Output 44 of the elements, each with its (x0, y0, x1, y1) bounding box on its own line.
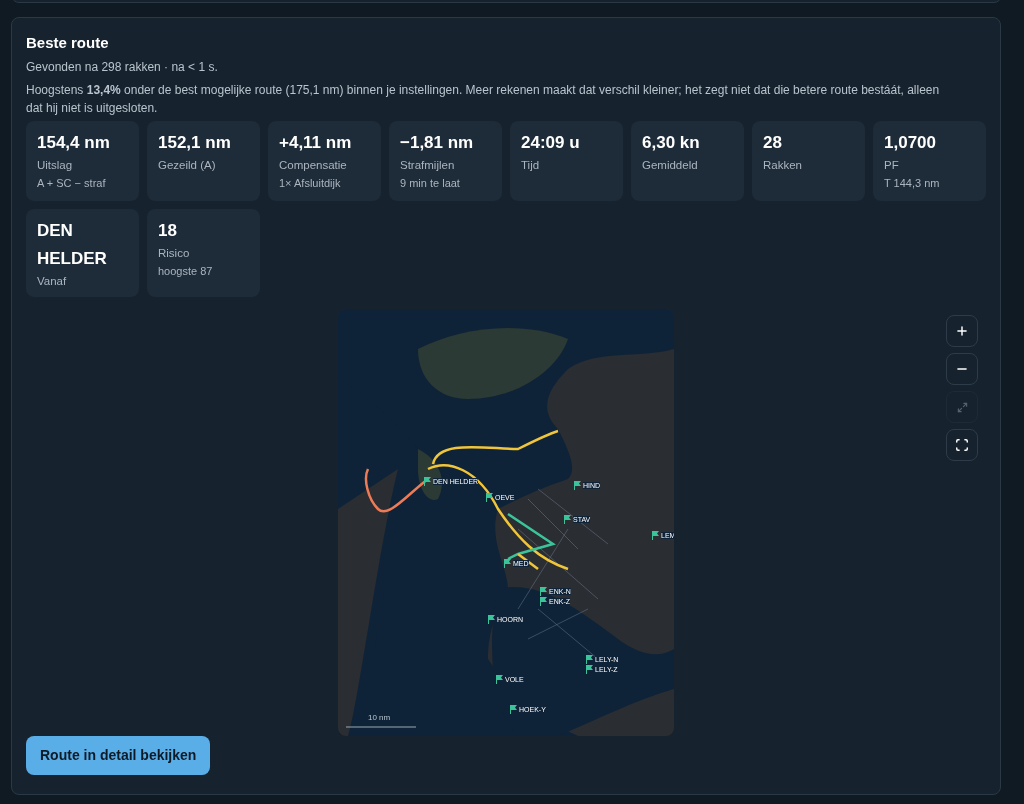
stat-detail: T 144,3 nm (884, 176, 941, 191)
flag-icon (652, 531, 659, 540)
zoom-in-icon (955, 324, 969, 338)
stat-label: Risico (158, 246, 191, 261)
stat-value: 152,1 nm (158, 132, 232, 154)
scale-label: 10 nm (368, 714, 391, 722)
stat-value: 1,0700 (884, 132, 937, 154)
stat-detail: hoogste 87 (158, 264, 214, 279)
note-text: Hoogstens 13,4% onder de best mogelijke route (175,1 nm) binnen je instellingen. Meer rekenen maakt dat verschil kleiner; het zegt niet dat die betere route bestáát, alleen dat hij niet is uitgesloten. (26, 82, 941, 117)
stat-value: 24:09 u (521, 132, 581, 154)
stat-value: −1,81 nm (400, 132, 475, 154)
stat-value: 154,4 nm (37, 132, 111, 154)
stat-value: 6,30 kn (642, 132, 701, 154)
flag-icon (510, 705, 517, 714)
flag-icon (574, 481, 581, 490)
stat-label: Gemiddeld (642, 158, 699, 173)
stat-value: DEN HELDER (37, 220, 108, 270)
stat-label: Tijd (521, 158, 541, 173)
stat-label: Uitslag (37, 158, 74, 173)
stat-detail: A + SC − straf (37, 176, 107, 191)
card-title: Beste route (26, 33, 110, 53)
fullscreen-icon (955, 438, 969, 452)
subtitle: Gevonden na 298 rakken · na < 1 s. (26, 59, 219, 75)
zoom-in-button[interactable] (946, 315, 978, 347)
flag-icon (496, 675, 503, 684)
stat-value: 28 (763, 132, 783, 154)
stat-label: PF (884, 158, 900, 173)
route-detail-button[interactable]: Route in detail bekijken (26, 736, 211, 775)
fullscreen-button[interactable] (946, 429, 978, 461)
stat-value: 18 (158, 220, 178, 242)
stat-label: Vanaf (37, 274, 68, 289)
stat-label: Compensatie (279, 158, 348, 173)
stat-label: Rakken (763, 158, 803, 173)
flag-icon (504, 559, 511, 568)
flag-icon (486, 493, 493, 502)
reset-icon (956, 401, 968, 413)
flag-icon (424, 477, 431, 486)
flag-icon (488, 615, 495, 624)
stat-detail: 1× Afsluitdijk (279, 176, 342, 191)
stat-label: Strafmijlen (400, 158, 456, 173)
stat-value: +4,11 nm (279, 132, 353, 154)
stat-label: Gezeild (A) (158, 158, 217, 173)
stat-detail: 9 min te laat (400, 176, 461, 191)
flag-icon (564, 515, 571, 524)
